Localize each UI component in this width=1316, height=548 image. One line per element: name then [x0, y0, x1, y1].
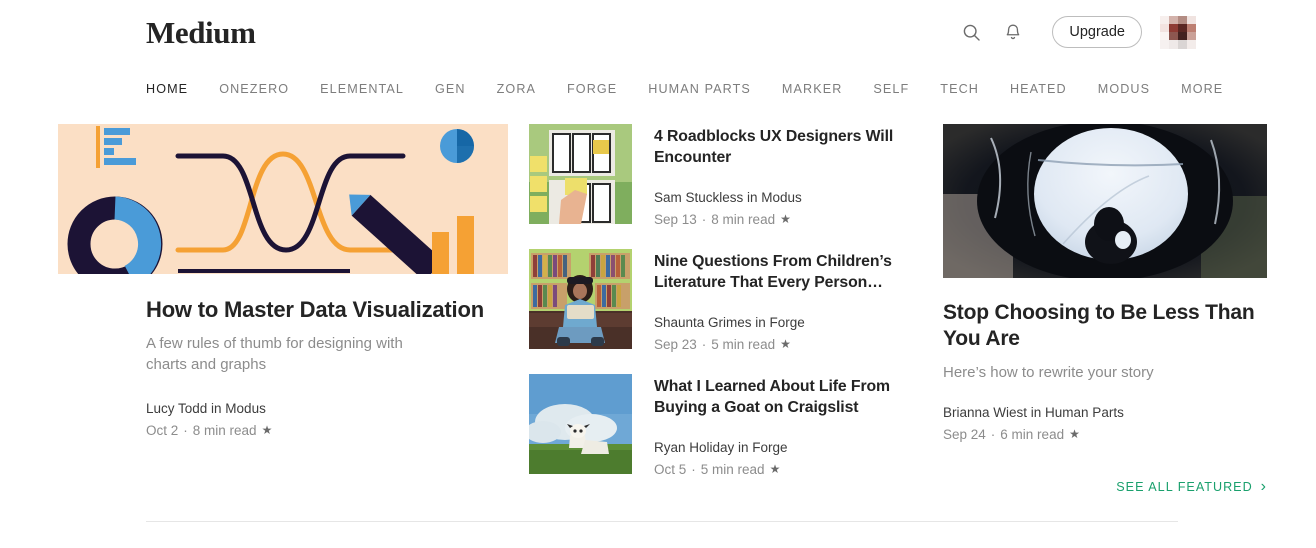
feature-author[interactable]: Lucy Todd in Modus	[146, 399, 508, 418]
list-item-date: Sep 23	[654, 337, 697, 352]
thumbnail-goat-on-hill[interactable]	[529, 374, 632, 474]
meta-separator: ·	[183, 423, 188, 438]
section-divider	[146, 521, 1178, 522]
nav-item-modus[interactable]: MODUS	[1098, 82, 1150, 96]
see-all-featured-link[interactable]: SEE ALL FEATURED ›	[943, 478, 1267, 495]
site-header: Medium Upgrade	[0, 0, 1316, 64]
secondary-feature-read-time: 6 min read	[1000, 427, 1065, 442]
feature-subtitle: A few rules of thumb for designing with …	[146, 335, 403, 373]
list-item-author[interactable]: Sam Stuckless in Modus	[654, 188, 909, 207]
see-all-featured-label: SEE ALL FEATURED	[1116, 480, 1253, 494]
feature-image-data-visualization[interactable]	[58, 124, 508, 274]
list-item-read-time: 8 min read	[711, 212, 776, 227]
meta-separator: ·	[990, 427, 996, 442]
nav-item-heated[interactable]: HEATED	[1010, 82, 1067, 96]
list-item: 4 Roadblocks UX Designers Will Encounter…	[529, 124, 909, 227]
feature-date: Oct 2	[146, 423, 179, 438]
secondary-feature-author[interactable]: Brianna Wiest in Human Parts	[943, 403, 1267, 422]
list-item-text: What I Learned About Life From Buying a …	[654, 374, 909, 477]
nav-item-more[interactable]: MORE	[1181, 82, 1223, 96]
featured-content: How to Master Data Visualization A few r…	[0, 124, 1316, 504]
nav-item-onezero[interactable]: ONEZERO	[219, 82, 289, 96]
member-star-icon: ★	[769, 462, 781, 476]
nav-item-gen[interactable]: GEN	[435, 82, 466, 96]
list-item-meta-line: Sep 23 · 5 min read ★	[654, 335, 909, 354]
feature-read-time: 8 min read	[192, 423, 257, 438]
notification-bell-icon[interactable]	[996, 15, 1030, 49]
member-star-icon: ★	[1069, 427, 1080, 441]
thumbnail-ux-wireframes[interactable]	[529, 124, 632, 224]
header-actions: Upgrade	[954, 14, 1196, 50]
secondary-feature-meta: Brianna Wiest in Human Parts Sep 24 · 6 …	[943, 403, 1267, 444]
list-item-meta: Shaunta Grimes in Forge Sep 23 · 5 min r…	[654, 313, 909, 354]
nav-item-marker[interactable]: MARKER	[782, 82, 842, 96]
list-item-meta-line: Sep 13 · 8 min read ★	[654, 210, 909, 229]
nav-item-zora[interactable]: ZORA	[497, 82, 536, 96]
nav-item-self[interactable]: SELF	[873, 82, 909, 96]
featured-story-list: 4 Roadblocks UX Designers Will Encounter…	[529, 124, 909, 499]
secondary-feature-meta-line: Sep 24 · 6 min read ★	[943, 425, 1267, 444]
list-item-title[interactable]: Nine Questions From Children’s Literatur…	[654, 251, 909, 293]
avatar[interactable]	[1160, 15, 1196, 49]
feature-meta: Lucy Todd in Modus Oct 2 · 8 min read ★	[146, 399, 508, 440]
list-item-meta: Ryan Holiday in Forge Oct 5 · 5 min read…	[654, 438, 909, 479]
feature-image-tunnel-silhouette[interactable]	[943, 124, 1267, 278]
secondary-feature-date: Sep 24	[943, 427, 986, 442]
member-star-icon: ★	[780, 212, 791, 226]
secondary-feature-subtitle: Here’s how to rewrite your story	[943, 364, 1154, 381]
feature-story-secondary: Stop Choosing to Be Less Than You Are He…	[943, 124, 1267, 495]
medium-homepage: Medium Upgrade HOME ONEZERO ELEMENTAL GE…	[0, 0, 1316, 548]
meta-separator: ·	[691, 462, 696, 477]
nav-item-elemental[interactable]: ELEMENTAL	[320, 82, 404, 96]
nav-item-forge[interactable]: FORGE	[567, 82, 617, 96]
search-icon[interactable]	[954, 15, 988, 49]
nav-item-tech[interactable]: TECH	[940, 82, 979, 96]
member-star-icon: ★	[780, 337, 791, 351]
feature-title[interactable]: How to Master Data Visualization	[146, 296, 508, 324]
feature-meta-line: Oct 2 · 8 min read ★	[146, 421, 508, 440]
thumbnail-woman-reading[interactable]	[529, 249, 632, 349]
meta-separator: ·	[701, 337, 707, 352]
list-item-title[interactable]: What I Learned About Life From Buying a …	[654, 376, 909, 418]
chevron-right-icon: ›	[1260, 478, 1267, 495]
primary-nav: HOME ONEZERO ELEMENTAL GEN ZORA FORGE HU…	[146, 76, 1222, 102]
nav-item-human-parts[interactable]: HUMAN PARTS	[648, 82, 751, 96]
secondary-feature-title[interactable]: Stop Choosing to Be Less Than You Are	[943, 300, 1267, 352]
list-item-text: Nine Questions From Children’s Literatur…	[654, 249, 909, 352]
list-item-date: Sep 13	[654, 212, 697, 227]
meta-separator: ·	[701, 212, 707, 227]
list-item-read-time: 5 min read	[711, 337, 776, 352]
list-item-meta: Sam Stuckless in Modus Sep 13 · 8 min re…	[654, 188, 909, 229]
list-item-meta-line: Oct 5 · 5 min read ★	[654, 460, 909, 479]
list-item-date: Oct 5	[654, 462, 687, 477]
list-item-author[interactable]: Ryan Holiday in Forge	[654, 438, 909, 457]
list-item-author[interactable]: Shaunta Grimes in Forge	[654, 313, 909, 332]
feature-body: How to Master Data Visualization A few r…	[58, 296, 508, 440]
upgrade-button[interactable]: Upgrade	[1052, 16, 1142, 48]
medium-logo[interactable]: Medium	[146, 14, 256, 52]
feature-story-primary: How to Master Data Visualization A few r…	[58, 124, 508, 440]
list-item-text: 4 Roadblocks UX Designers Will Encounter…	[654, 124, 909, 227]
list-item: Nine Questions From Children’s Literatur…	[529, 249, 909, 352]
member-star-icon: ★	[261, 423, 273, 437]
nav-item-home[interactable]: HOME	[146, 82, 188, 96]
list-item-read-time: 5 min read	[700, 462, 765, 477]
list-item: What I Learned About Life From Buying a …	[529, 374, 909, 477]
list-item-title[interactable]: 4 Roadblocks UX Designers Will Encounter	[654, 126, 909, 168]
